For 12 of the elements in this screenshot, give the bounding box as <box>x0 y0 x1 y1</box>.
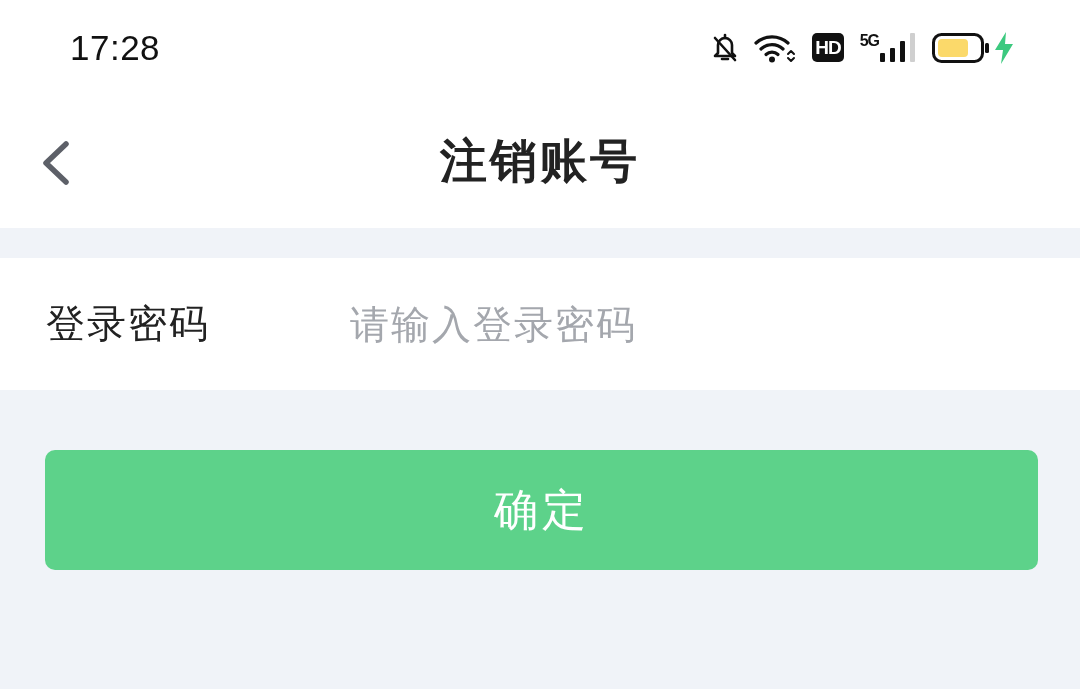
field-label: 登录密码 <box>46 300 211 348</box>
back-chevron-icon <box>40 141 70 185</box>
password-input[interactable]: 请输入登录密码 <box>350 284 1034 364</box>
bell-off-icon <box>712 32 739 63</box>
signal-bars-icon <box>880 32 916 63</box>
password-row[interactable]: 登录密码 请输入登录密码 <box>0 258 1080 390</box>
page-title: 注销账号 <box>440 132 640 190</box>
battery-icon <box>932 32 990 63</box>
hd-indicator: HD <box>812 33 844 62</box>
network-type: 5G <box>859 32 879 49</box>
status-time: 17:28 <box>70 27 161 68</box>
wifi-icon <box>754 32 797 63</box>
